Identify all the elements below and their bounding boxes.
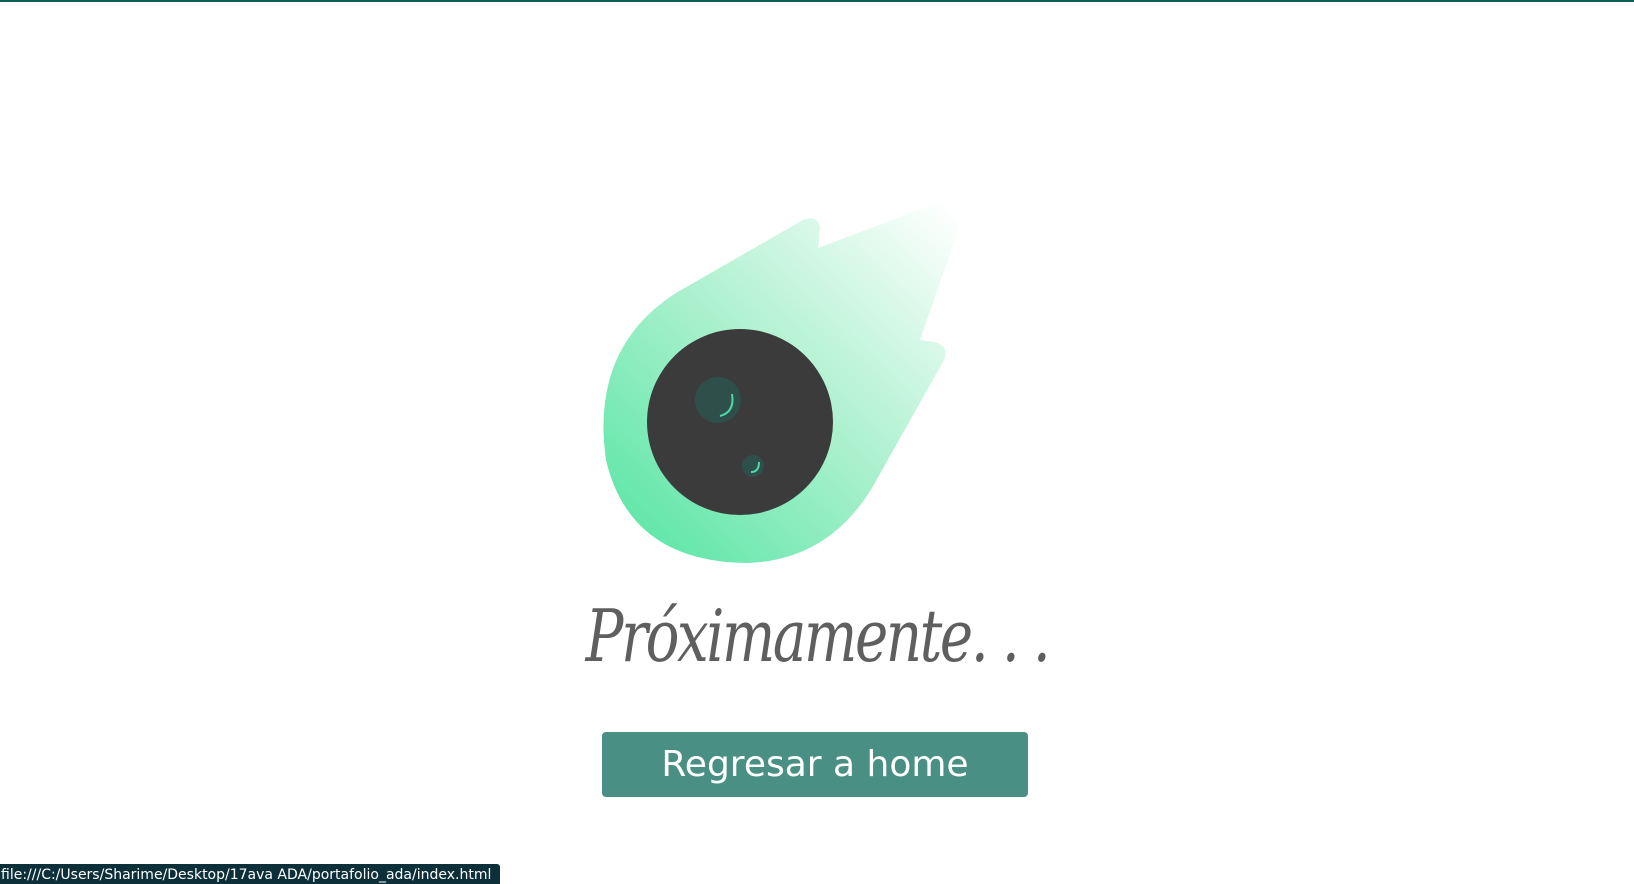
meteor-crater-large	[695, 377, 741, 423]
top-border	[0, 0, 1634, 2]
meteor-icon	[603, 190, 972, 563]
page-title: Próximamente. . .	[585, 594, 1051, 678]
meteor-rock	[647, 329, 833, 515]
link-status-bar: file:///C:/Users/Sharime/Desktop/17ava A…	[0, 864, 501, 884]
back-home-button[interactable]: Regresar a home	[602, 732, 1028, 797]
coming-soon-page: Próximamente. . . Regresar a home file:/…	[0, 0, 1634, 884]
meteor-crater-small	[742, 455, 764, 477]
